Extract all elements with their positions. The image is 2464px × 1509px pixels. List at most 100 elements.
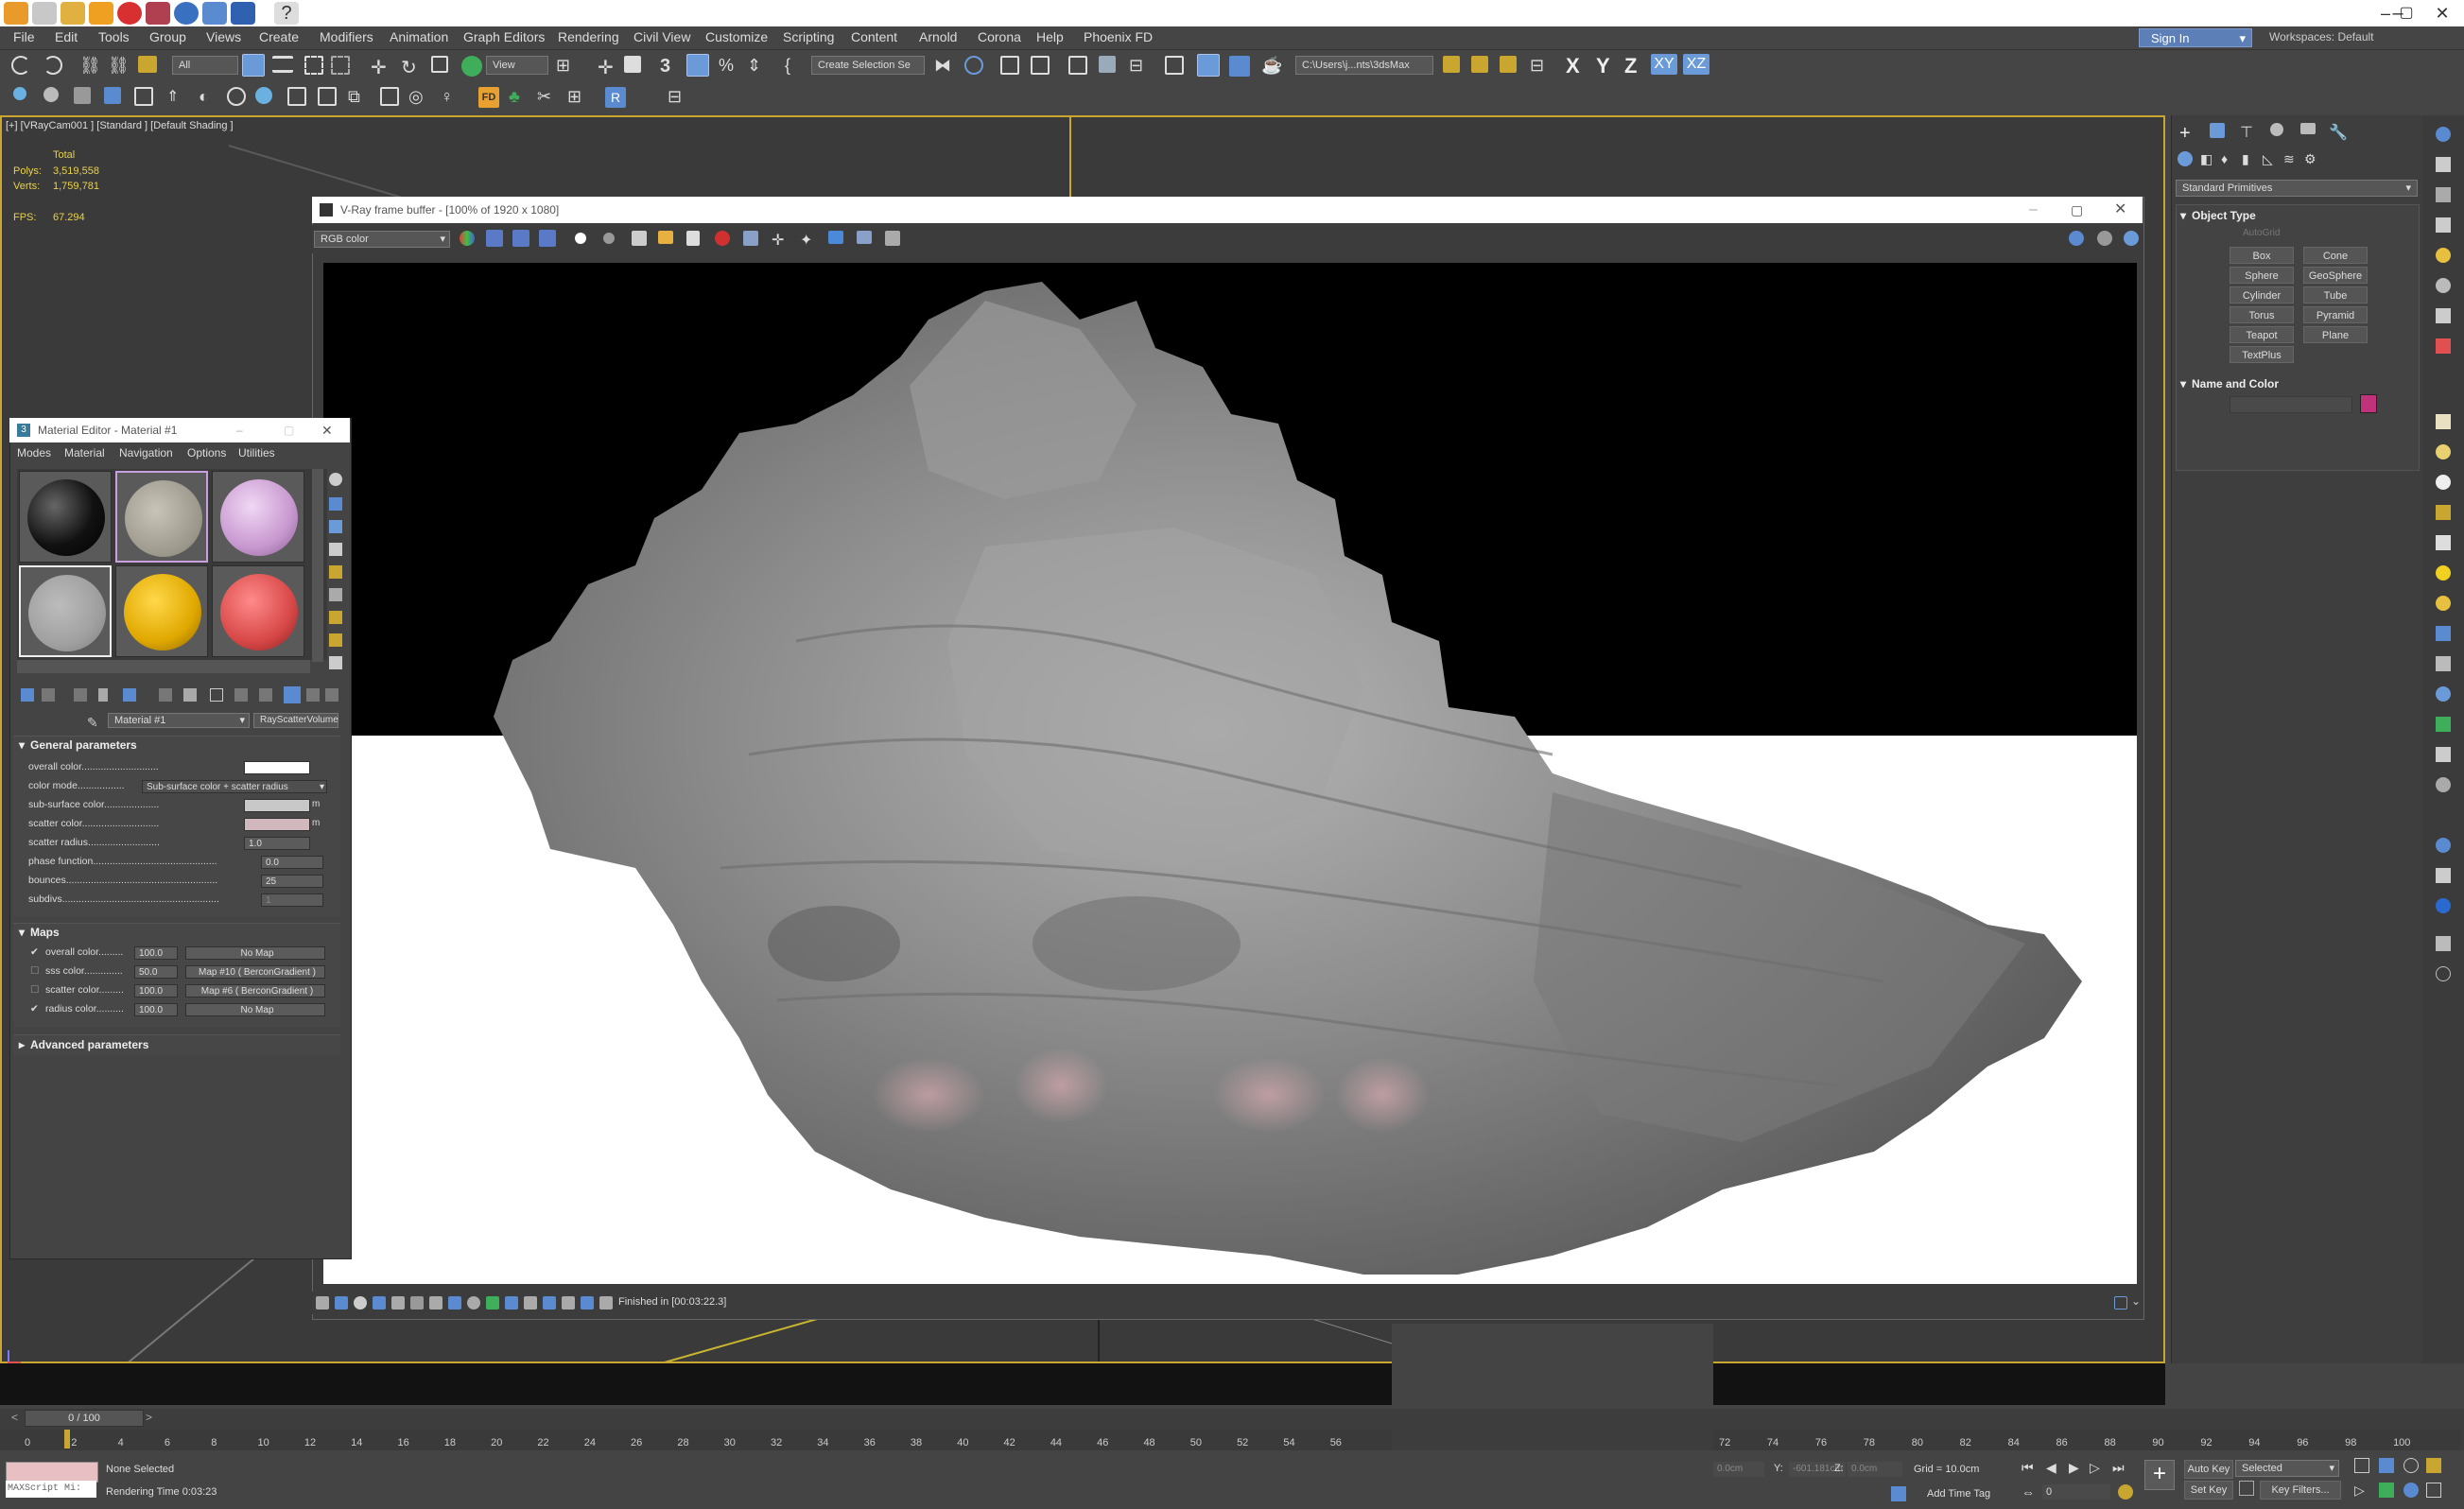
strip-icon-4[interactable] (2436, 217, 2451, 233)
chevron-down-icon[interactable]: ▾ (2180, 209, 2186, 222)
axis-xz-button[interactable]: XZ (1683, 54, 1709, 75)
scatter-color-amount[interactable]: 100.0 (134, 984, 178, 997)
vray-mesh-export-icon[interactable]: ⇑ (166, 87, 187, 108)
maxscript-listener-pink[interactable] (6, 1462, 98, 1483)
sample-type-icon[interactable] (329, 473, 342, 486)
table-icon[interactable]: ⊞ (567, 87, 588, 108)
viewport-label[interactable]: [+] [VRayCam001 ] [Standard ] [Default S… (6, 120, 234, 131)
strip-icon-22[interactable] (2436, 838, 2451, 853)
redo-icon[interactable] (43, 56, 62, 75)
time-configuration-icon[interactable] (2118, 1484, 2133, 1500)
pan-icon[interactable] (2403, 1458, 2419, 1473)
x-coordinate-field[interactable]: 0.0cm (1713, 1462, 1764, 1477)
vfb-status-icon-7[interactable] (429, 1296, 442, 1310)
overall-color-map-button[interactable]: No Map (185, 946, 325, 960)
strip-icon-21[interactable] (2436, 777, 2451, 792)
eyedropper-icon[interactable]: ✎ (87, 715, 98, 730)
toggle-layer-explorer-icon[interactable] (1031, 56, 1050, 75)
vfb-expand-icon[interactable] (2114, 1296, 2127, 1310)
sphere-button[interactable]: Sphere (2230, 267, 2294, 284)
menu-graph-editors[interactable]: Graph Editors (463, 29, 545, 44)
material-id-channel-icon[interactable] (183, 688, 197, 702)
mated-menu-modes[interactable]: Modes (17, 446, 51, 460)
cylinder-button[interactable]: Cylinder (2230, 286, 2294, 304)
default-in-out-tangents-icon[interactable] (2239, 1481, 2254, 1496)
green-channel-button[interactable] (512, 230, 529, 247)
follow-mouse-icon[interactable]: ✦ (800, 231, 821, 252)
sign-in-button[interactable]: Sign In ▾ (2139, 28, 2252, 47)
red-channel-button[interactable] (486, 230, 503, 247)
cameras-icon[interactable]: ▮ (2242, 151, 2263, 172)
menu-group[interactable]: Group (149, 29, 186, 44)
vfb-settings-icon[interactable] (2069, 231, 2084, 246)
strip-icon-1[interactable] (2436, 127, 2451, 142)
vfb-close-button[interactable]: ✕ (2114, 197, 2126, 223)
material-editor-icon[interactable] (1165, 56, 1184, 75)
railclone-icon[interactable]: R (605, 87, 626, 108)
strip-icon-15[interactable] (2436, 596, 2451, 611)
object-name-field[interactable] (2230, 396, 2352, 413)
record-icon[interactable] (117, 2, 142, 25)
percent-snap-icon[interactable]: % (719, 56, 739, 77)
sync-icon[interactable] (174, 2, 199, 25)
plane-button[interactable]: Plane (2303, 326, 2368, 343)
strip-icon-8[interactable] (2436, 338, 2451, 354)
menu-customize[interactable]: Customize (705, 29, 768, 44)
phoenix-fd-icon[interactable]: FD (478, 87, 499, 108)
vray-proxy-icon[interactable] (74, 87, 91, 104)
toggle-ribbon-icon[interactable] (1068, 56, 1087, 75)
hierarchy-tab-icon[interactable]: ⊤ (2240, 123, 2261, 144)
vfb-status-icon-13[interactable] (543, 1296, 556, 1310)
maximize-button[interactable]: ▢ (2392, 0, 2421, 26)
vfb-status-icon-10[interactable] (486, 1296, 499, 1310)
menu-scripting[interactable]: Scripting (783, 29, 834, 44)
track-mouse-icon[interactable]: ✛ (772, 231, 792, 252)
alpha-channel-icon[interactable] (575, 233, 586, 244)
vray-plane-icon[interactable] (134, 87, 153, 106)
stop-render-icon[interactable] (715, 231, 730, 246)
vfb-maximize-button[interactable]: ▢ (2071, 197, 2083, 223)
bounces-spinner[interactable]: 25 (261, 875, 323, 888)
vfb-status-icon-6[interactable] (410, 1296, 424, 1310)
mated-menu-navigation[interactable]: Navigation (119, 446, 173, 460)
uv-tiling-icon[interactable] (329, 543, 342, 556)
utilities-tab-icon[interactable]: 🔧 (2329, 123, 2350, 144)
shapes-icon[interactable]: ◧ (2200, 151, 2221, 172)
put-to-library-icon[interactable] (159, 688, 172, 702)
chevron-down-icon[interactable]: ▾ (19, 926, 25, 939)
background-icon[interactable] (329, 520, 342, 533)
box-button[interactable]: Box (2230, 247, 2294, 264)
material-name-field[interactable]: Material #1 ▾ (108, 713, 250, 728)
plugin-icon[interactable] (146, 2, 170, 25)
vfb-status-icon-15[interactable] (581, 1296, 594, 1310)
vfb-status-icon-8[interactable] (448, 1296, 461, 1310)
go-to-start-button[interactable]: ⏮ (2022, 1460, 2034, 1476)
mated-extra-icon[interactable] (325, 688, 338, 702)
material-map-navigator-icon[interactable] (329, 656, 342, 669)
strip-icon-24[interactable] (2436, 898, 2451, 913)
region-render-icon[interactable] (743, 231, 758, 246)
strip-icon-3[interactable] (2436, 187, 2451, 202)
show-shaded-material-icon[interactable] (210, 688, 223, 702)
workspaces-selector[interactable]: Workspaces: Default (2269, 30, 2374, 43)
snaps-toggle-icon[interactable]: 3 (660, 56, 681, 77)
bind-space-warp-icon[interactable] (138, 56, 157, 73)
menu-file[interactable]: File (13, 29, 35, 44)
overall-color-amount[interactable]: 100.0 (134, 946, 178, 960)
vfb-status-icon-11[interactable] (505, 1296, 518, 1310)
strip-icon-25[interactable] (2436, 936, 2451, 951)
strip-icon-20[interactable] (2436, 747, 2451, 762)
strip-icon-16[interactable] (2436, 626, 2451, 641)
save-image-icon[interactable] (632, 231, 647, 246)
vray-bulb-icon[interactable]: ♀ (441, 87, 461, 108)
menu-create[interactable]: Create (259, 29, 299, 44)
menu-content[interactable]: Content (851, 29, 897, 44)
key-mode-toggle-icon[interactable]: ⇔ (2022, 1484, 2035, 1500)
axis-y-button[interactable]: Y (1596, 54, 1617, 78)
unlink-icon[interactable]: ⛓ (108, 56, 130, 77)
general-parameters-title[interactable]: General parameters (30, 738, 137, 752)
advanced-parameters-title[interactable]: Advanced parameters (30, 1038, 148, 1051)
vray-lister-icon[interactable]: ◎ (408, 87, 429, 108)
key-selection-dropdown[interactable]: Selected ▾ (2235, 1460, 2339, 1477)
menu-tools[interactable]: Tools (98, 29, 130, 44)
